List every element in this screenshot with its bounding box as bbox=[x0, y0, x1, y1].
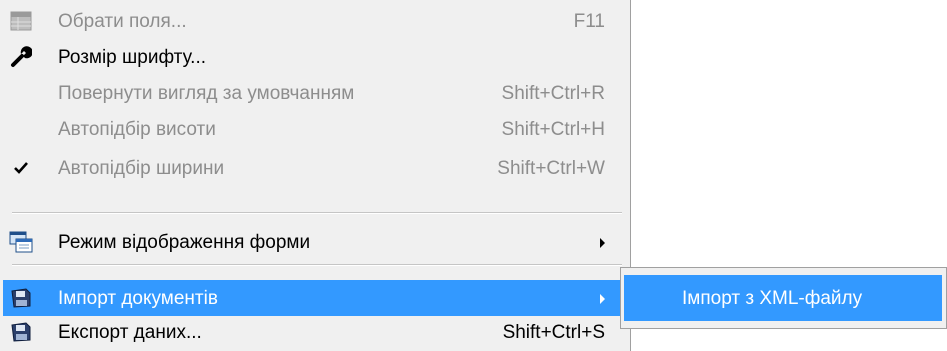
menu-item-autofit-height[interactable]: Автопідбір висоти Shift+Ctrl+H bbox=[3, 111, 623, 147]
menu-item-autofit-width[interactable]: Автопідбір ширини Shift+Ctrl+W bbox=[3, 150, 623, 186]
menu-item-shortcut: Shift+Ctrl+S bbox=[502, 322, 605, 343]
menu-item-export-data[interactable]: Експорт даних... Shift+Ctrl+S bbox=[3, 314, 623, 350]
menu-separator bbox=[12, 264, 622, 266]
menu-item-reset-view[interactable]: Повернути вигляд за умовчанням Shift+Ctr… bbox=[3, 75, 623, 111]
submenu-item-import-xml[interactable]: Імпорт з XML-файлу bbox=[624, 275, 942, 321]
submenu-item-label: Імпорт з XML-файлу bbox=[682, 288, 863, 309]
menu-item-import-documents[interactable]: Імпорт документів bbox=[3, 280, 623, 316]
menu-item-select-fields[interactable]: Обрати поля... F11 bbox=[3, 3, 623, 39]
menu-separator bbox=[12, 212, 622, 214]
import-submenu: Імпорт з XML-файлу bbox=[620, 267, 947, 329]
menu-item-shortcut: F11 bbox=[573, 11, 605, 32]
floppy-disk-icon bbox=[9, 321, 33, 343]
wrench-icon bbox=[9, 46, 33, 68]
chevron-right-icon bbox=[600, 294, 605, 304]
floppy-disk-icon bbox=[9, 287, 33, 309]
form-view-icon bbox=[9, 231, 33, 253]
menu-item-shortcut: Shift+Ctrl+R bbox=[501, 83, 605, 104]
menu-item-label: Режим відображення форми bbox=[58, 232, 311, 253]
menu-item-label: Автопідбір ширини bbox=[58, 158, 225, 179]
menu-item-label: Імпорт документів bbox=[58, 288, 218, 309]
table-fields-icon bbox=[9, 10, 33, 32]
menu-item-shortcut: Shift+Ctrl+W bbox=[497, 158, 605, 179]
chevron-right-icon bbox=[600, 238, 605, 248]
menu-item-label: Обрати поля... bbox=[58, 11, 187, 32]
menu-item-shortcut: Shift+Ctrl+H bbox=[501, 119, 605, 140]
context-menu: Обрати поля... F11 Розмір шрифту... Пове… bbox=[0, 0, 631, 351]
menu-item-label: Повернути вигляд за умовчанням bbox=[58, 83, 355, 104]
menu-item-label: Розмір шрифту... bbox=[58, 47, 207, 68]
menu-item-label: Автопідбір висоти bbox=[58, 119, 216, 140]
menu-item-font-size[interactable]: Розмір шрифту... bbox=[3, 39, 623, 75]
checkmark-icon bbox=[9, 157, 33, 179]
menu-item-label: Експорт даних... bbox=[58, 322, 202, 343]
menu-item-form-display-mode[interactable]: Режим відображення форми bbox=[3, 224, 623, 260]
